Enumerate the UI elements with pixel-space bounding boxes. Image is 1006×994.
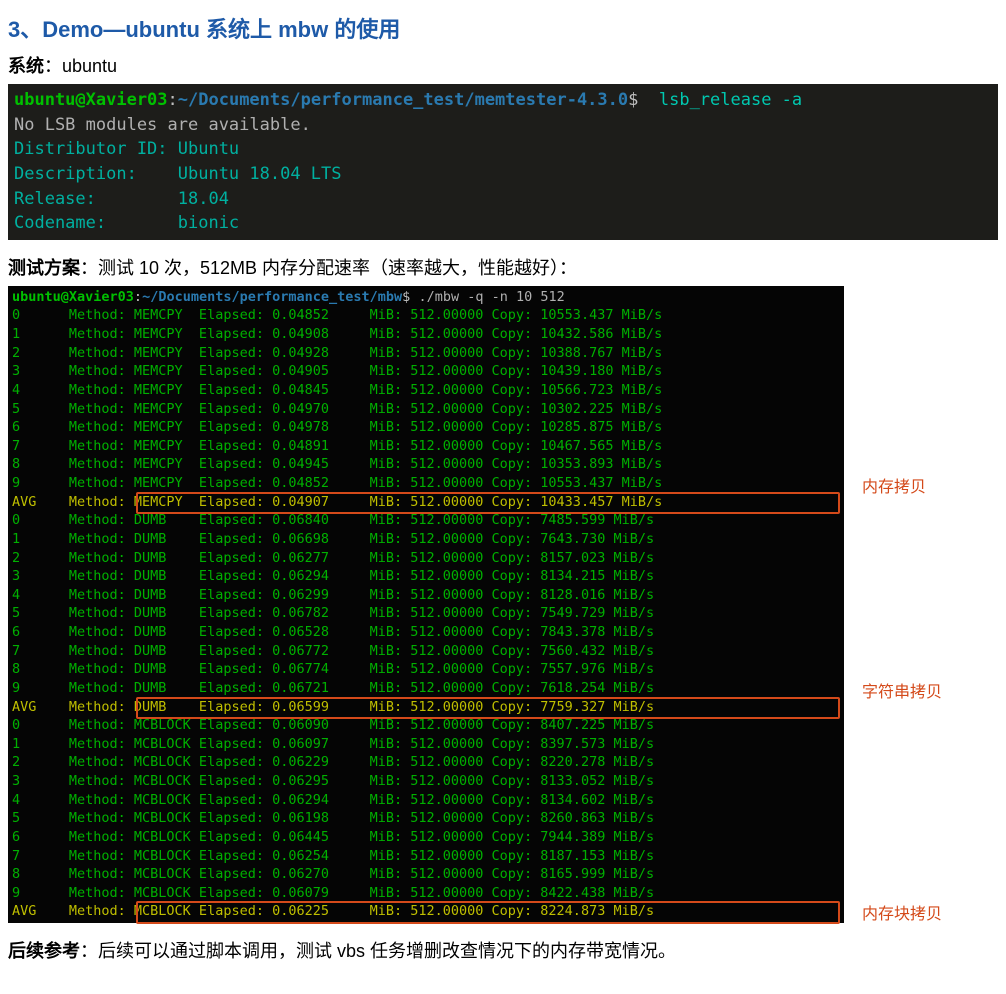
mbw-row: 9 Method: MEMCPY Elapsed: 0.04852 MiB: 5… bbox=[12, 474, 840, 493]
mbw-row: 5 Method: MCBLOCK Elapsed: 0.06198 MiB: … bbox=[12, 809, 840, 828]
mbw-row: 2 Method: MEMCPY Elapsed: 0.04928 MiB: 5… bbox=[12, 344, 840, 363]
plan-sep: ： bbox=[80, 258, 98, 278]
system-line: 系统：ubuntu bbox=[8, 52, 998, 78]
mbw-row: AVG Method: DUMB Elapsed: 0.06599 MiB: 5… bbox=[12, 698, 840, 717]
output-line: Release: 18.04 bbox=[14, 189, 229, 209]
mbw-row: 8 Method: DUMB Elapsed: 0.06774 MiB: 512… bbox=[12, 660, 840, 679]
output-line: Distributor ID: Ubuntu bbox=[14, 139, 239, 159]
mbw-row: 6 Method: MEMCPY Elapsed: 0.04978 MiB: 5… bbox=[12, 418, 840, 437]
mbw-row: 7 Method: MCBLOCK Elapsed: 0.06254 MiB: … bbox=[12, 847, 840, 866]
prompt-colon: : bbox=[168, 90, 178, 110]
mbw-row: 2 Method: DUMB Elapsed: 0.06277 MiB: 512… bbox=[12, 549, 840, 568]
mbw-row: 6 Method: MCBLOCK Elapsed: 0.06445 MiB: … bbox=[12, 828, 840, 847]
followup-label: 后续参考 bbox=[8, 941, 80, 961]
mbw-row: 8 Method: MCBLOCK Elapsed: 0.06270 MiB: … bbox=[12, 865, 840, 884]
mbw-row: 3 Method: DUMB Elapsed: 0.06294 MiB: 512… bbox=[12, 567, 840, 586]
annotation-dumb: 字符串拷贝 bbox=[862, 678, 942, 702]
terminal-lsb-release: ubuntu@Xavier03:~/Documents/performance_… bbox=[8, 84, 998, 240]
mbw-row: 0 Method: DUMB Elapsed: 0.06840 MiB: 512… bbox=[12, 511, 840, 530]
mbw-row: 7 Method: MEMCPY Elapsed: 0.04891 MiB: 5… bbox=[12, 437, 840, 456]
terminal-mbw: ubuntu@Xavier03:~/Documents/performance_… bbox=[8, 286, 844, 923]
mbw-row: 9 Method: DUMB Elapsed: 0.06721 MiB: 512… bbox=[12, 679, 840, 698]
mbw-row: AVG Method: MEMCPY Elapsed: 0.04907 MiB:… bbox=[12, 493, 840, 512]
mbw-row: 1 Method: MEMCPY Elapsed: 0.04908 MiB: 5… bbox=[12, 325, 840, 344]
prompt-user: ubuntu@Xavier03 bbox=[14, 90, 168, 110]
annotation-mcblock: 内存块拷贝 bbox=[862, 900, 942, 924]
followup-line: 后续参考：后续可以通过脚本调用，测试 vbs 任务增删改查情况下的内存带宽情况。 bbox=[8, 937, 998, 963]
plan-label: 测试方案 bbox=[8, 258, 80, 278]
followup-sep: ： bbox=[80, 941, 98, 961]
mbw-row: 2 Method: MCBLOCK Elapsed: 0.06229 MiB: … bbox=[12, 753, 840, 772]
mbw-row: 3 Method: MCBLOCK Elapsed: 0.06295 MiB: … bbox=[12, 772, 840, 791]
mbw-row: 5 Method: MEMCPY Elapsed: 0.04970 MiB: 5… bbox=[12, 400, 840, 419]
terminal-mbw-wrap: ubuntu@Xavier03:~/Documents/performance_… bbox=[8, 286, 998, 923]
plan-text: 测试 10 次，512MB 内存分配速率（速率越大，性能越好）： bbox=[98, 258, 577, 278]
mbw-row: 9 Method: MCBLOCK Elapsed: 0.06079 MiB: … bbox=[12, 884, 840, 903]
mbw-row: 4 Method: MCBLOCK Elapsed: 0.06294 MiB: … bbox=[12, 791, 840, 810]
command-text: lsb_release -a bbox=[659, 90, 802, 110]
output-line: Codename: bionic bbox=[14, 213, 239, 233]
mbw-row: 0 Method: MCBLOCK Elapsed: 0.06090 MiB: … bbox=[12, 716, 840, 735]
system-value: ubuntu bbox=[62, 56, 117, 76]
mbw-row: 8 Method: MEMCPY Elapsed: 0.04945 MiB: 5… bbox=[12, 455, 840, 474]
mbw-row: AVG Method: MCBLOCK Elapsed: 0.06225 MiB… bbox=[12, 902, 840, 921]
system-sep: ： bbox=[44, 56, 62, 76]
prompt-path: ~/Documents/performance_test/memtester-4… bbox=[178, 90, 628, 110]
test-plan-line: 测试方案：测试 10 次，512MB 内存分配速率（速率越大，性能越好）： bbox=[8, 254, 998, 280]
annotation-memcpy: 内存拷贝 bbox=[862, 473, 926, 497]
mbw-row: 1 Method: DUMB Elapsed: 0.06698 MiB: 512… bbox=[12, 530, 840, 549]
output-line: No LSB modules are available. bbox=[14, 115, 311, 135]
mbw-row: 6 Method: DUMB Elapsed: 0.06528 MiB: 512… bbox=[12, 623, 840, 642]
mbw-row: 4 Method: DUMB Elapsed: 0.06299 MiB: 512… bbox=[12, 586, 840, 605]
mbw-row: 7 Method: DUMB Elapsed: 0.06772 MiB: 512… bbox=[12, 642, 840, 661]
mbw-row: 1 Method: MCBLOCK Elapsed: 0.06097 MiB: … bbox=[12, 735, 840, 754]
mbw-row: 0 Method: MEMCPY Elapsed: 0.04852 MiB: 5… bbox=[12, 306, 840, 325]
followup-text: 后续可以通过脚本调用，测试 vbs 任务增删改查情况下的内存带宽情况。 bbox=[98, 941, 676, 961]
mbw-row: 3 Method: MEMCPY Elapsed: 0.04905 MiB: 5… bbox=[12, 362, 840, 381]
prompt-dollar: $ bbox=[628, 90, 638, 110]
output-line: Description: Ubuntu 18.04 LTS bbox=[14, 164, 342, 184]
mbw-row: 5 Method: DUMB Elapsed: 0.06782 MiB: 512… bbox=[12, 604, 840, 623]
system-label: 系统 bbox=[8, 56, 44, 76]
mbw-row: 4 Method: MEMCPY Elapsed: 0.04845 MiB: 5… bbox=[12, 381, 840, 400]
section-heading: 3、Demo—ubuntu 系统上 mbw 的使用 bbox=[8, 12, 998, 44]
